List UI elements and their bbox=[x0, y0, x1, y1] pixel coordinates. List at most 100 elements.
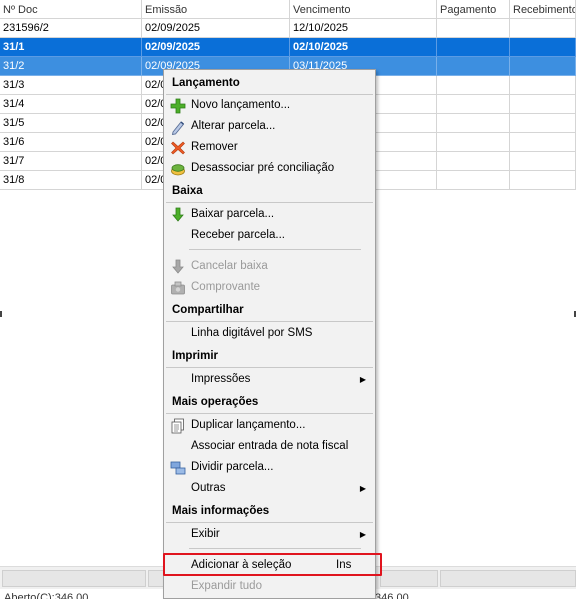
cell-pagamento bbox=[437, 152, 510, 171]
menu-item-label: Comprovante bbox=[191, 281, 261, 293]
section-divider bbox=[166, 413, 373, 414]
cell-emissao: 02/09/2025 bbox=[142, 38, 290, 57]
highlight-annotation bbox=[163, 553, 382, 576]
menu-separator bbox=[189, 548, 361, 549]
column-header-recebimento[interactable]: Recebimento bbox=[510, 0, 576, 18]
menu-item-label: Duplicar lançamento... bbox=[191, 419, 306, 431]
cell-pagamento bbox=[437, 57, 510, 76]
section-divider bbox=[166, 522, 373, 523]
cell-doc: 31/3 bbox=[0, 76, 142, 95]
menu-item-label: Desassociar pré conciliação bbox=[191, 162, 335, 174]
menu-item-label: Outras bbox=[191, 482, 226, 494]
menu-item-alterar-parcela[interactable]: Alterar parcela... bbox=[166, 116, 373, 137]
menu-item-baixar-parcela[interactable]: Baixar parcela... bbox=[166, 204, 373, 225]
section-divider bbox=[166, 202, 373, 203]
section-divider bbox=[166, 367, 373, 368]
column-header-vencimento[interactable]: Vencimento bbox=[290, 0, 437, 18]
menu-item-label: Baixar parcela... bbox=[191, 208, 275, 220]
cell-pagamento bbox=[437, 95, 510, 114]
cell-recebimento bbox=[510, 76, 576, 95]
duplicate-document-icon bbox=[171, 418, 184, 434]
menu-item-label: Novo lançamento... bbox=[191, 99, 291, 111]
add-plus-icon bbox=[170, 98, 186, 114]
download-arrow-icon bbox=[172, 207, 184, 222]
menu-item-label: Associar entrada de nota fiscal bbox=[191, 440, 349, 452]
cell-doc: 31/2 bbox=[0, 57, 142, 76]
cell-doc: 31/4 bbox=[0, 95, 142, 114]
remove-x-icon bbox=[171, 141, 185, 155]
cell-doc: 231596/2 bbox=[0, 19, 142, 38]
column-header-doc[interactable]: Nº Doc bbox=[0, 0, 142, 18]
cell-pagamento bbox=[437, 171, 510, 190]
menu-section-mais-informacoes: Mais informações bbox=[172, 505, 270, 517]
cell-pagamento bbox=[437, 19, 510, 38]
cell-doc: 31/5 bbox=[0, 114, 142, 133]
cell-recebimento bbox=[510, 171, 576, 190]
column-header-emissao[interactable]: Emissão bbox=[142, 0, 290, 18]
table-row-selected[interactable]: 31/1 02/09/2025 02/10/2025 bbox=[0, 38, 576, 57]
menu-item-label: Exibir bbox=[191, 528, 220, 540]
totals-box bbox=[2, 570, 146, 587]
menu-item-label: Impressões bbox=[191, 373, 251, 385]
unlink-icon bbox=[171, 164, 185, 176]
cell-recebimento bbox=[510, 57, 576, 76]
menu-separator bbox=[189, 249, 361, 250]
cell-recebimento bbox=[510, 114, 576, 133]
cell-recebimento bbox=[510, 152, 576, 171]
menu-item-label: Remover bbox=[191, 141, 238, 153]
menu-item-label: Dividir parcela... bbox=[191, 461, 274, 473]
cell-vencimento: 02/10/2025 bbox=[290, 38, 437, 57]
menu-item-receber-parcela[interactable]: Receber parcela... bbox=[166, 225, 373, 246]
cell-emissao: 02/09/2025 bbox=[142, 19, 290, 38]
submenu-arrow-icon: ▶ bbox=[359, 484, 366, 493]
grid-header: Nº Doc Emissão Vencimento Pagamento Rece… bbox=[0, 0, 576, 19]
cell-doc: 31/7 bbox=[0, 152, 142, 171]
menu-section-lancamento: Lançamento bbox=[172, 77, 240, 89]
table-row[interactable]: 231596/2 02/09/2025 12/10/2025 bbox=[0, 19, 576, 38]
cell-pagamento bbox=[437, 38, 510, 57]
cell-recebimento bbox=[510, 19, 576, 38]
menu-item-dividir-parcela[interactable]: Dividir parcela... bbox=[166, 457, 373, 478]
menu-item-label: Alterar parcela... bbox=[191, 120, 276, 132]
menu-item-desassociar[interactable]: Desassociar pré conciliação bbox=[166, 158, 373, 179]
menu-item-label: Cancelar baixa bbox=[191, 260, 268, 272]
menu-item-label: Linha digitável por SMS bbox=[191, 327, 313, 339]
cell-pagamento bbox=[437, 133, 510, 152]
cell-doc: 31/6 bbox=[0, 133, 142, 152]
submenu-arrow-icon: ▶ bbox=[359, 375, 366, 384]
column-header-pagamento[interactable]: Pagamento bbox=[437, 0, 510, 18]
menu-section-mais-operacoes: Mais operações bbox=[172, 396, 259, 408]
menu-item-exibir[interactable]: Exibir ▶ bbox=[166, 524, 373, 545]
submenu-arrow-icon: ▶ bbox=[359, 530, 366, 539]
menu-item-cancelar-baixa: Cancelar baixa bbox=[166, 256, 373, 277]
cell-doc: 31/1 bbox=[0, 38, 142, 57]
menu-item-expandir-tudo: Expandir tudo bbox=[166, 576, 373, 597]
cell-doc: 31/8 bbox=[0, 171, 142, 190]
totals-box bbox=[440, 570, 576, 587]
cell-recebimento bbox=[510, 95, 576, 114]
menu-item-outras[interactable]: Outras ▶ bbox=[166, 478, 373, 499]
menu-section-imprimir: Imprimir bbox=[172, 350, 219, 362]
menu-item-remover[interactable]: Remover bbox=[166, 137, 373, 158]
total-aberto-label: Aberto(C):346,00 bbox=[4, 592, 89, 599]
cell-recebimento bbox=[510, 38, 576, 57]
totals-box bbox=[380, 570, 438, 587]
receipt-icon bbox=[171, 281, 185, 295]
cell-recebimento bbox=[510, 133, 576, 152]
cancel-download-icon bbox=[172, 259, 184, 274]
pencil-icon bbox=[171, 121, 185, 135]
splitter-marker bbox=[0, 311, 2, 317]
menu-item-linha-digitavel[interactable]: Linha digitável por SMS bbox=[166, 323, 373, 344]
context-menu: Lançamento Novo lançamento... Alterar pa… bbox=[163, 69, 376, 599]
menu-item-label: Receber parcela... bbox=[191, 229, 285, 241]
section-divider bbox=[166, 321, 373, 322]
menu-item-impressoes[interactable]: Impressões ▶ bbox=[166, 369, 373, 390]
cell-pagamento bbox=[437, 76, 510, 95]
cell-pagamento bbox=[437, 114, 510, 133]
menu-item-associar-nota[interactable]: Associar entrada de nota fiscal bbox=[166, 436, 373, 457]
menu-section-baixa: Baixa bbox=[172, 185, 203, 197]
menu-section-compartilhar: Compartilhar bbox=[172, 304, 244, 316]
menu-item-duplicar[interactable]: Duplicar lançamento... bbox=[166, 415, 373, 436]
menu-item-novo-lancamento[interactable]: Novo lançamento... bbox=[166, 95, 373, 116]
total-value-label: :346,00 bbox=[372, 592, 409, 599]
